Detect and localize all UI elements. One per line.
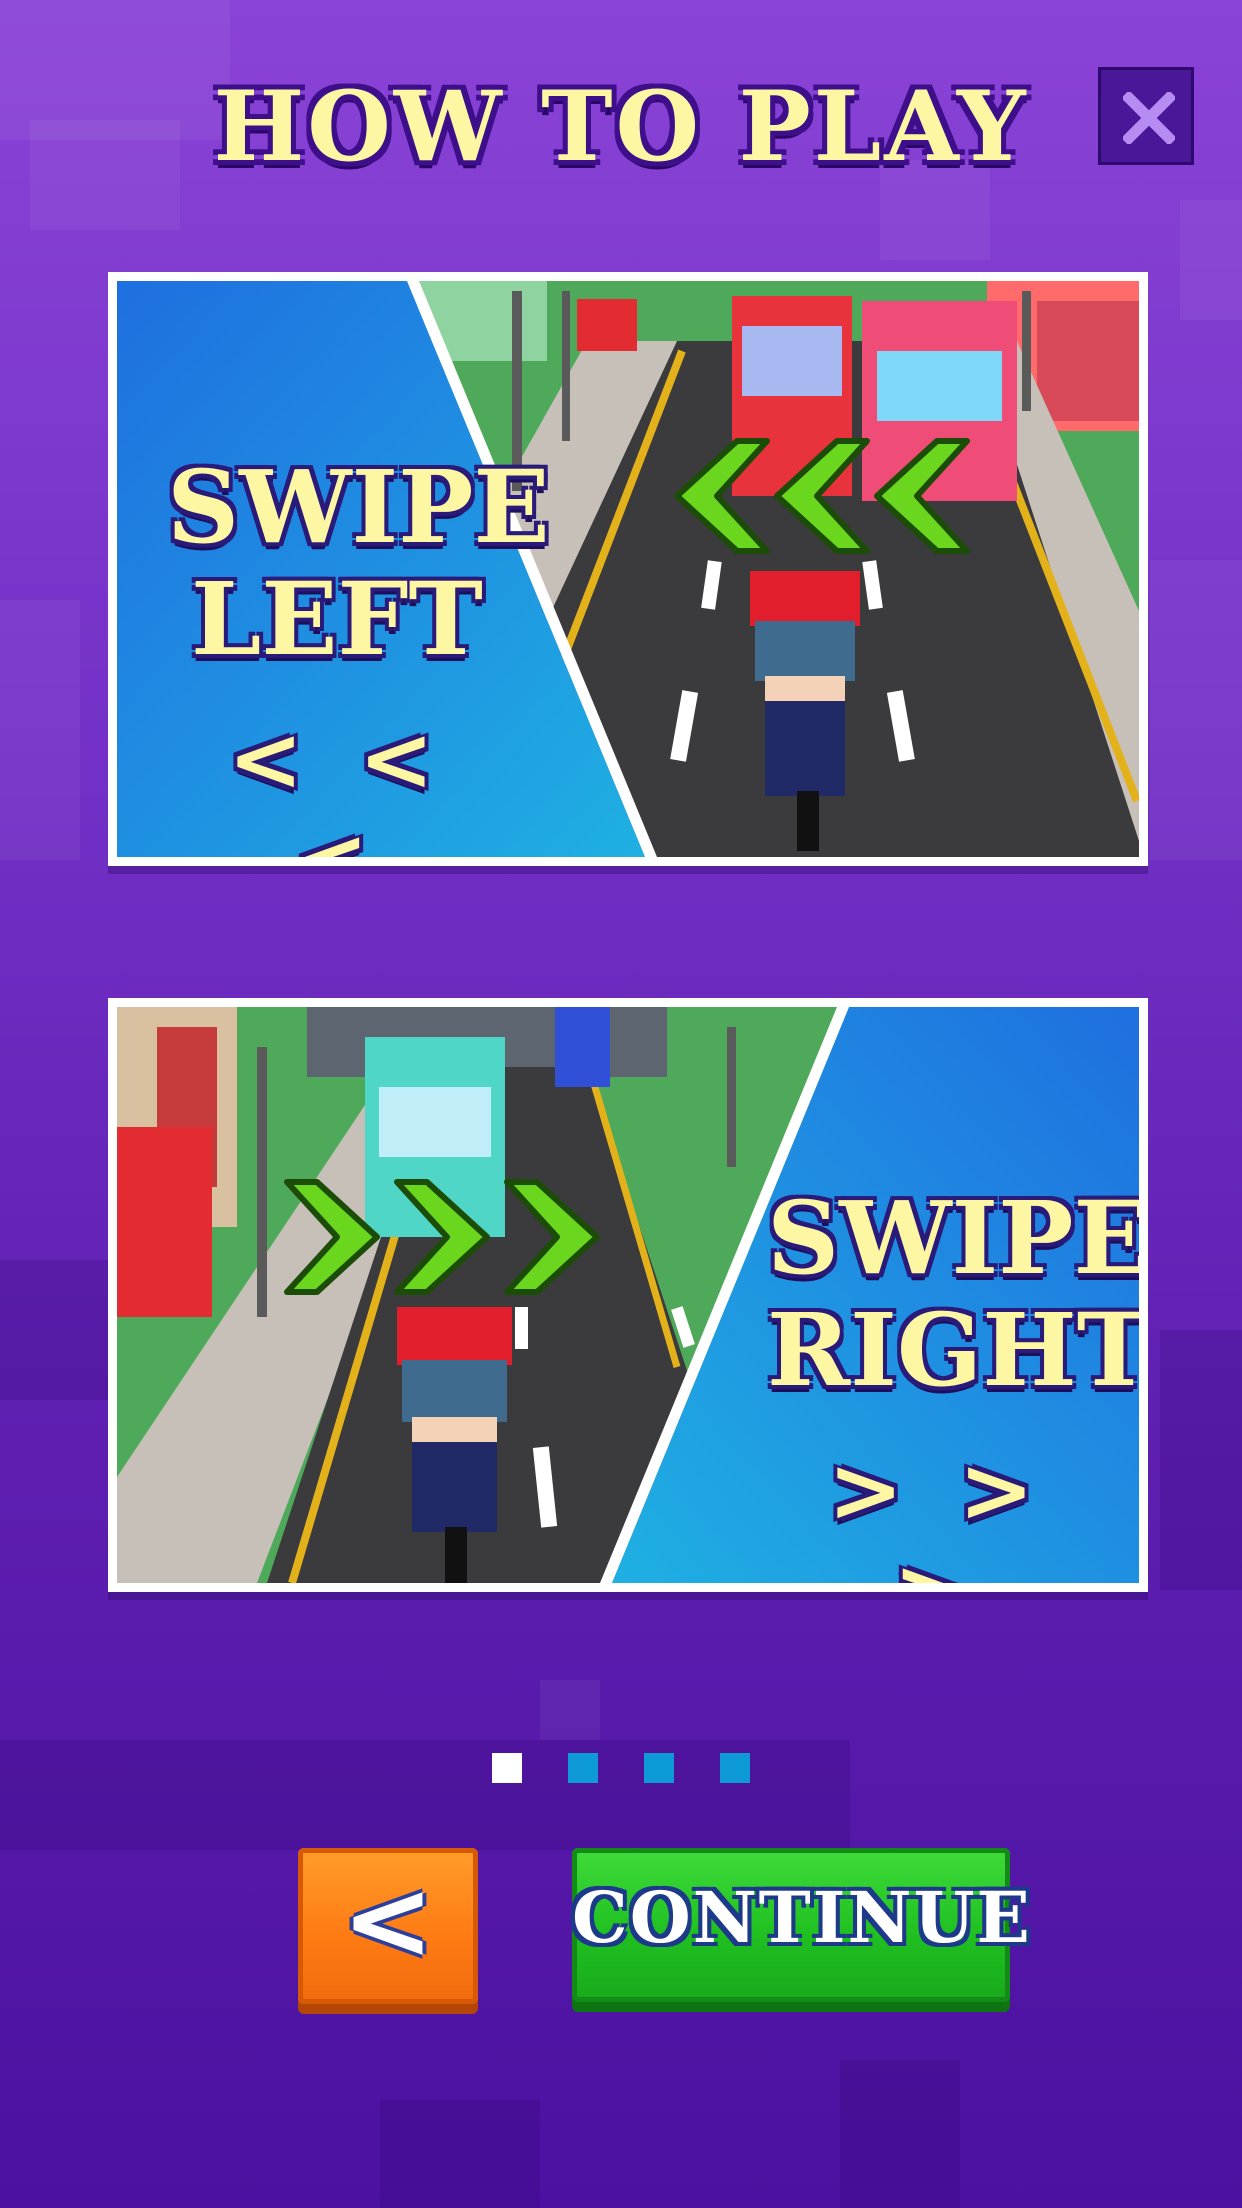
bg-block [1150,560,1242,860]
close-button[interactable] [1098,67,1194,165]
back-chevron-icon: < [341,1856,435,1984]
close-x-icon [1123,92,1175,144]
swipe-arrows: < < < [227,706,447,857]
bg-block [1180,200,1242,320]
bg-block [840,2060,960,2208]
bg-block [540,1680,600,1740]
swipe-direction: RIGHT [767,1291,1139,1409]
page-dot-1[interactable] [492,1753,522,1783]
swipe-word: SWIPE [767,1179,1139,1297]
back-button[interactable]: < [298,1848,478,2004]
bg-block [380,2100,540,2208]
swipe-word: SWIPE [167,448,550,566]
continue-label: CONTINUE [572,1876,1032,1959]
bg-block [1160,1330,1242,1590]
continue-button[interactable]: CONTINUE [572,1848,1032,2002]
page-dot-2[interactable] [568,1753,598,1783]
swipe-left-label: SWIPE LEFT < < < [167,448,550,857]
bg-block [0,600,80,860]
swipe-direction: LEFT [191,560,483,678]
tutorial-card-swipe-left: SWIPE LEFT < < < [108,272,1148,866]
page-title: HOW TO PLAY [213,70,1029,183]
swipe-right-label: SWIPE RIGHT > > > [767,1179,1139,1583]
page-indicator [0,1753,1242,1783]
page-dot-4[interactable] [720,1753,750,1783]
tutorial-card-swipe-right: SWIPE RIGHT > > > [108,998,1148,1592]
swipe-arrows: > > > [827,1437,1047,1583]
page-dot-3[interactable] [644,1753,674,1783]
